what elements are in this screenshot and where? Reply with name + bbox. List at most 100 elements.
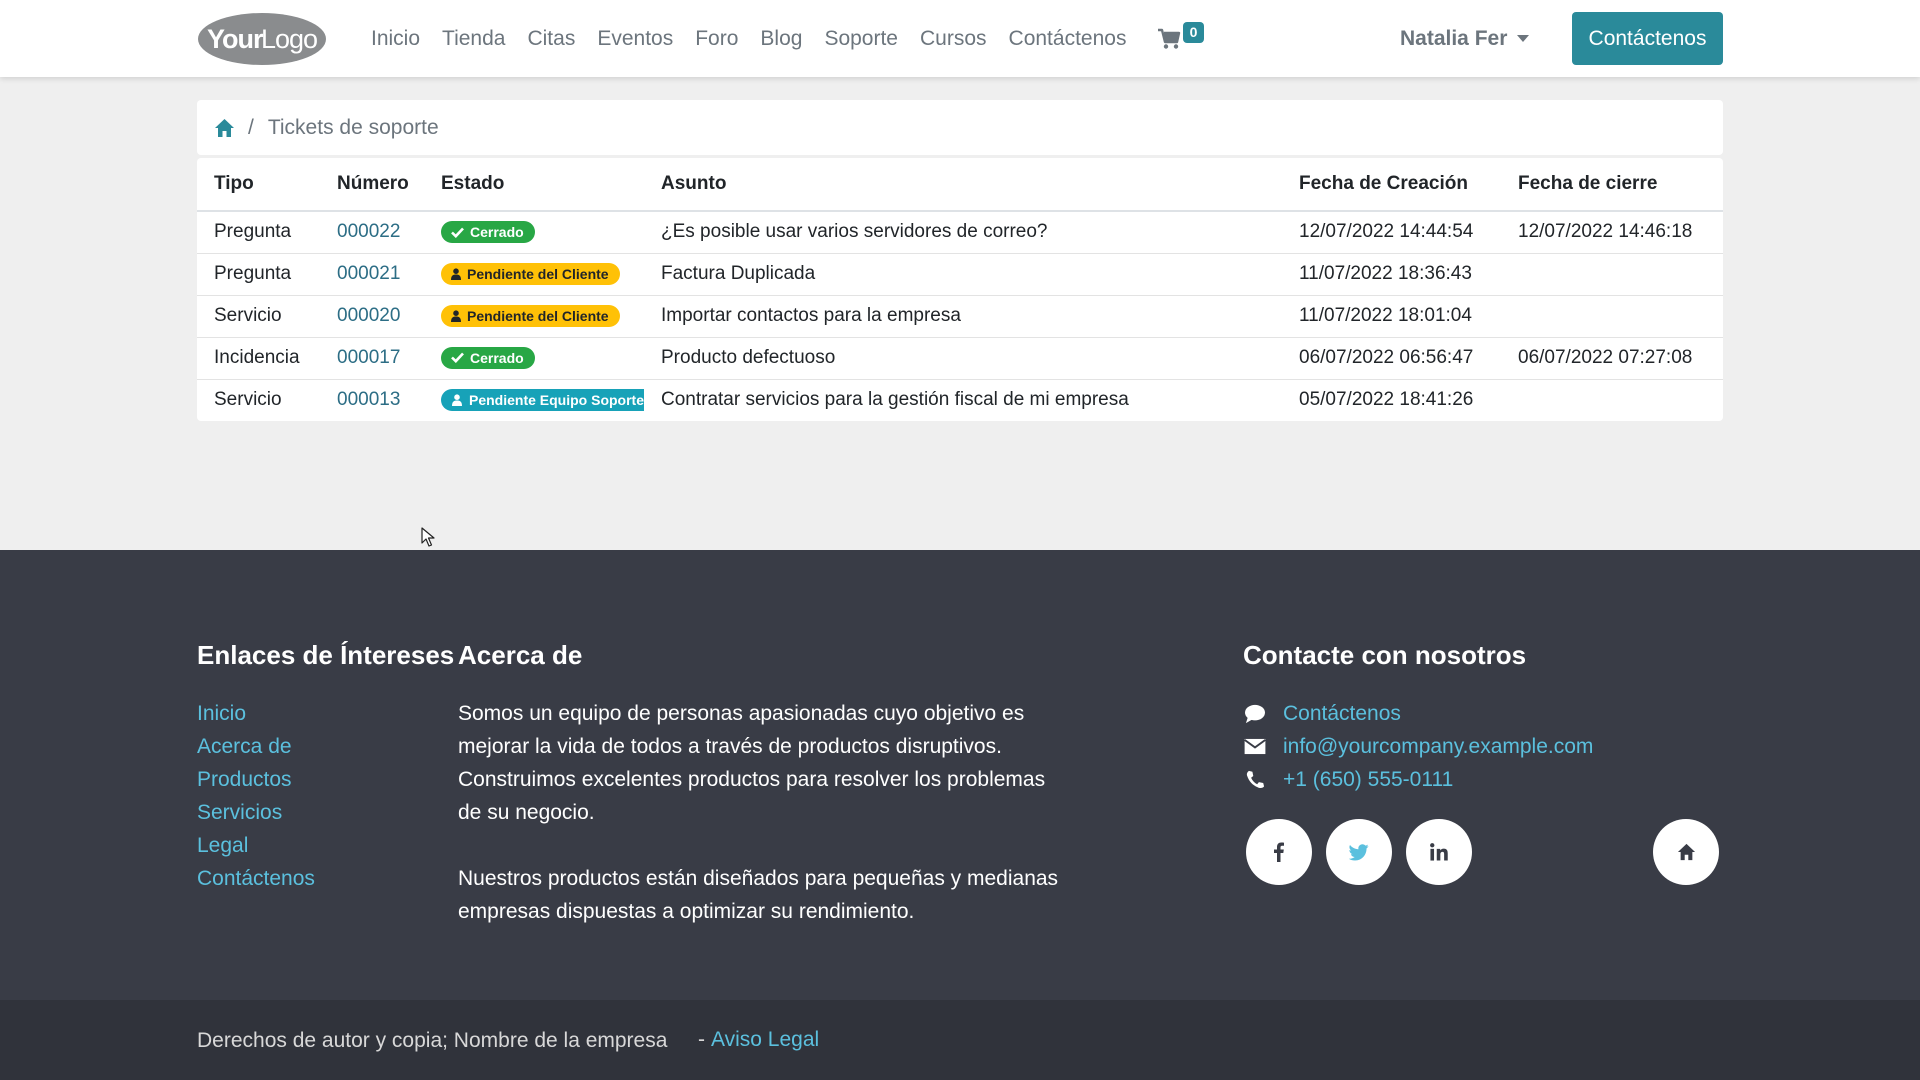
nav-item-soporte[interactable]: Soporte (824, 27, 898, 51)
linkedin-button[interactable] (1406, 819, 1472, 885)
footer-link-productos[interactable]: Productos (197, 763, 315, 796)
user-menu-dropdown[interactable]: Natalia Fer (1400, 0, 1530, 77)
cell-fecha-cierre (1501, 253, 1723, 296)
company-logo[interactable]: Your Logo (197, 11, 328, 66)
footer-email-link[interactable]: info@yourcompany.example.com (1283, 735, 1593, 759)
table-row[interactable]: Pregunta 000022 Cerrado ¿Es posible usar va… (197, 211, 1723, 254)
user-icon (451, 309, 461, 322)
copyright-text: Derechos de autor y copia; Nombre de la … (197, 1029, 668, 1052)
status-label: Pendiente del Cliente (467, 265, 609, 282)
copyright-separator: - (698, 1028, 705, 1051)
footer-link-inicio[interactable]: Inicio (197, 697, 315, 730)
cell-tipo: Pregunta (197, 211, 320, 254)
breadcrumb-current: Tickets de soporte (267, 115, 439, 139)
check-icon (451, 352, 464, 364)
twitter-button[interactable] (1326, 819, 1392, 885)
nav-item-citas[interactable]: Citas (527, 27, 575, 51)
user-icon (451, 267, 461, 280)
column-header-estado: Estado (424, 158, 644, 212)
nav-item-contactenos[interactable]: Contáctenos (1009, 27, 1127, 51)
table-header-row: Tipo Número Estado Asunto Fecha de Creac… (197, 158, 1723, 212)
cell-fecha-cierre: 06/07/2022 07:27:08 (1501, 337, 1723, 380)
shopping-cart-icon (1158, 28, 1181, 49)
cell-asunto: ¿Es posible usar varios servidores de co… (644, 211, 1282, 254)
status-label: Pendiente Equipo Soporte (469, 391, 644, 408)
footer-about-text: Somos un equipo de personas apasionadas … (458, 697, 1068, 928)
cell-fecha-cierre (1501, 379, 1723, 421)
table-row[interactable]: Servicio 000020 Pendiente del Cliente Impor… (197, 295, 1723, 338)
nav-item-eventos[interactable]: Eventos (597, 27, 673, 51)
footer-contact-list: Contáctenos info@yourcompany.example.com… (1243, 697, 1593, 796)
footer-link-acerca-de[interactable]: Acerca de (197, 730, 315, 763)
column-header-fecha-cierre: Fecha de cierre (1501, 158, 1723, 212)
cell-tipo: Incidencia (197, 337, 320, 380)
footer-link-servicios[interactable]: Servicios (197, 796, 315, 829)
cell-asunto: Factura Duplicada (644, 253, 1282, 296)
footer-contact-link[interactable]: Contáctenos (1283, 702, 1401, 726)
footer-links-list: Inicio Acerca de Productos Servicios Leg… (197, 697, 315, 895)
contact-row-phone: +1 (650) 555-0111 (1243, 763, 1593, 796)
column-header-tipo: Tipo (197, 158, 320, 212)
status-label: Cerrado (470, 224, 524, 240)
facebook-button[interactable] (1246, 819, 1312, 885)
cart-link[interactable]: 0 (1157, 22, 1207, 56)
status-badge: Cerrado (441, 346, 535, 369)
cell-fecha-creacion: 12/07/2022 14:44:54 (1282, 211, 1501, 254)
footer-phone-link[interactable]: +1 (650) 555-0111 (1283, 768, 1453, 792)
footer-links-title: Enlaces de Íntereses (197, 640, 455, 670)
home-icon[interactable] (214, 118, 235, 138)
table-row[interactable]: Pregunta 000021 Pendiente del Cliente Factu… (197, 253, 1723, 296)
ticket-number-link[interactable]: 000013 (337, 389, 400, 410)
cell-fecha-cierre: 12/07/2022 14:46:18 (1501, 211, 1723, 254)
table-row[interactable]: Servicio 000013 Pendiente Equipo Soporte Co… (197, 379, 1723, 421)
cell-fecha-cierre (1501, 295, 1723, 338)
check-icon (451, 227, 464, 238)
contact-us-button[interactable]: Contáctenos (1572, 12, 1723, 65)
contact-row-chat: Contáctenos (1243, 697, 1593, 730)
about-paragraph-1: Somos un equipo de personas apasionadas … (458, 702, 1046, 824)
nav-item-tienda[interactable]: Tienda (442, 27, 505, 51)
cell-fecha-creacion: 11/07/2022 18:36:43 (1282, 253, 1501, 296)
cell-estado: Pendiente Equipo Soporte (424, 379, 644, 421)
nav-item-cursos[interactable]: Cursos (920, 27, 987, 51)
cell-tipo: Pregunta (197, 253, 320, 296)
status-badge: Cerrado (441, 221, 535, 243)
user-name: Natalia Fer (1400, 26, 1508, 50)
cell-numero: 000022 (320, 211, 424, 254)
tickets-table: Tipo Número Estado Asunto Fecha de Creac… (197, 158, 1723, 421)
phone-icon (1246, 770, 1265, 789)
caret-down-icon (1517, 35, 1530, 42)
tickets-table-container: Tipo Número Estado Asunto Fecha de Creac… (197, 158, 1723, 421)
mouse-cursor-icon (421, 527, 435, 547)
twitter-icon (1349, 843, 1369, 860)
nav-item-inicio[interactable]: Inicio (371, 27, 420, 51)
cell-estado: Pendiente del Cliente (424, 253, 644, 296)
legal-notice-link[interactable]: Aviso Legal (711, 1028, 819, 1052)
nav-item-foro[interactable]: Foro (695, 27, 738, 51)
ticket-number-link[interactable]: 000020 (337, 305, 400, 326)
footer-link-contactenos[interactable]: Contáctenos (197, 862, 315, 895)
cell-tipo: Servicio (214, 389, 282, 411)
nav-item-blog[interactable]: Blog (760, 27, 802, 51)
users-icon (452, 394, 462, 406)
contact-row-email: info@yourcompany.example.com (1243, 730, 1593, 763)
ticket-number-link[interactable]: 000021 (337, 263, 400, 284)
status-label: Cerrado (470, 349, 524, 366)
ticket-number-link[interactable]: 000022 (337, 221, 400, 242)
cell-asunto: Contratar servicios para la gestión fisc… (661, 389, 1129, 411)
tickets-table-body: Pregunta 000022 Cerrado ¿Es posible usar va… (197, 211, 1723, 421)
footer-contact-title: Contacte con nosotros (1243, 640, 1527, 670)
chat-bubble-icon (1245, 704, 1265, 723)
footer-link-legal[interactable]: Legal (197, 829, 315, 862)
ticket-number-link[interactable]: 000017 (337, 347, 400, 368)
svg-text:Your: Your (207, 24, 264, 54)
cell-estado: Cerrado (424, 211, 644, 254)
facebook-icon (1274, 842, 1284, 862)
table-row[interactable]: Incidencia 000017 Cerrado Producto defectuo… (197, 337, 1723, 380)
cell-tipo: Servicio (197, 295, 320, 338)
breadcrumb: / Tickets de soporte (197, 100, 1723, 155)
column-header-numero: Número (320, 158, 424, 212)
home-button[interactable] (1653, 819, 1719, 885)
status-badge: Pendiente Equipo Soporte (441, 388, 644, 411)
cell-estado: Cerrado (424, 337, 644, 380)
